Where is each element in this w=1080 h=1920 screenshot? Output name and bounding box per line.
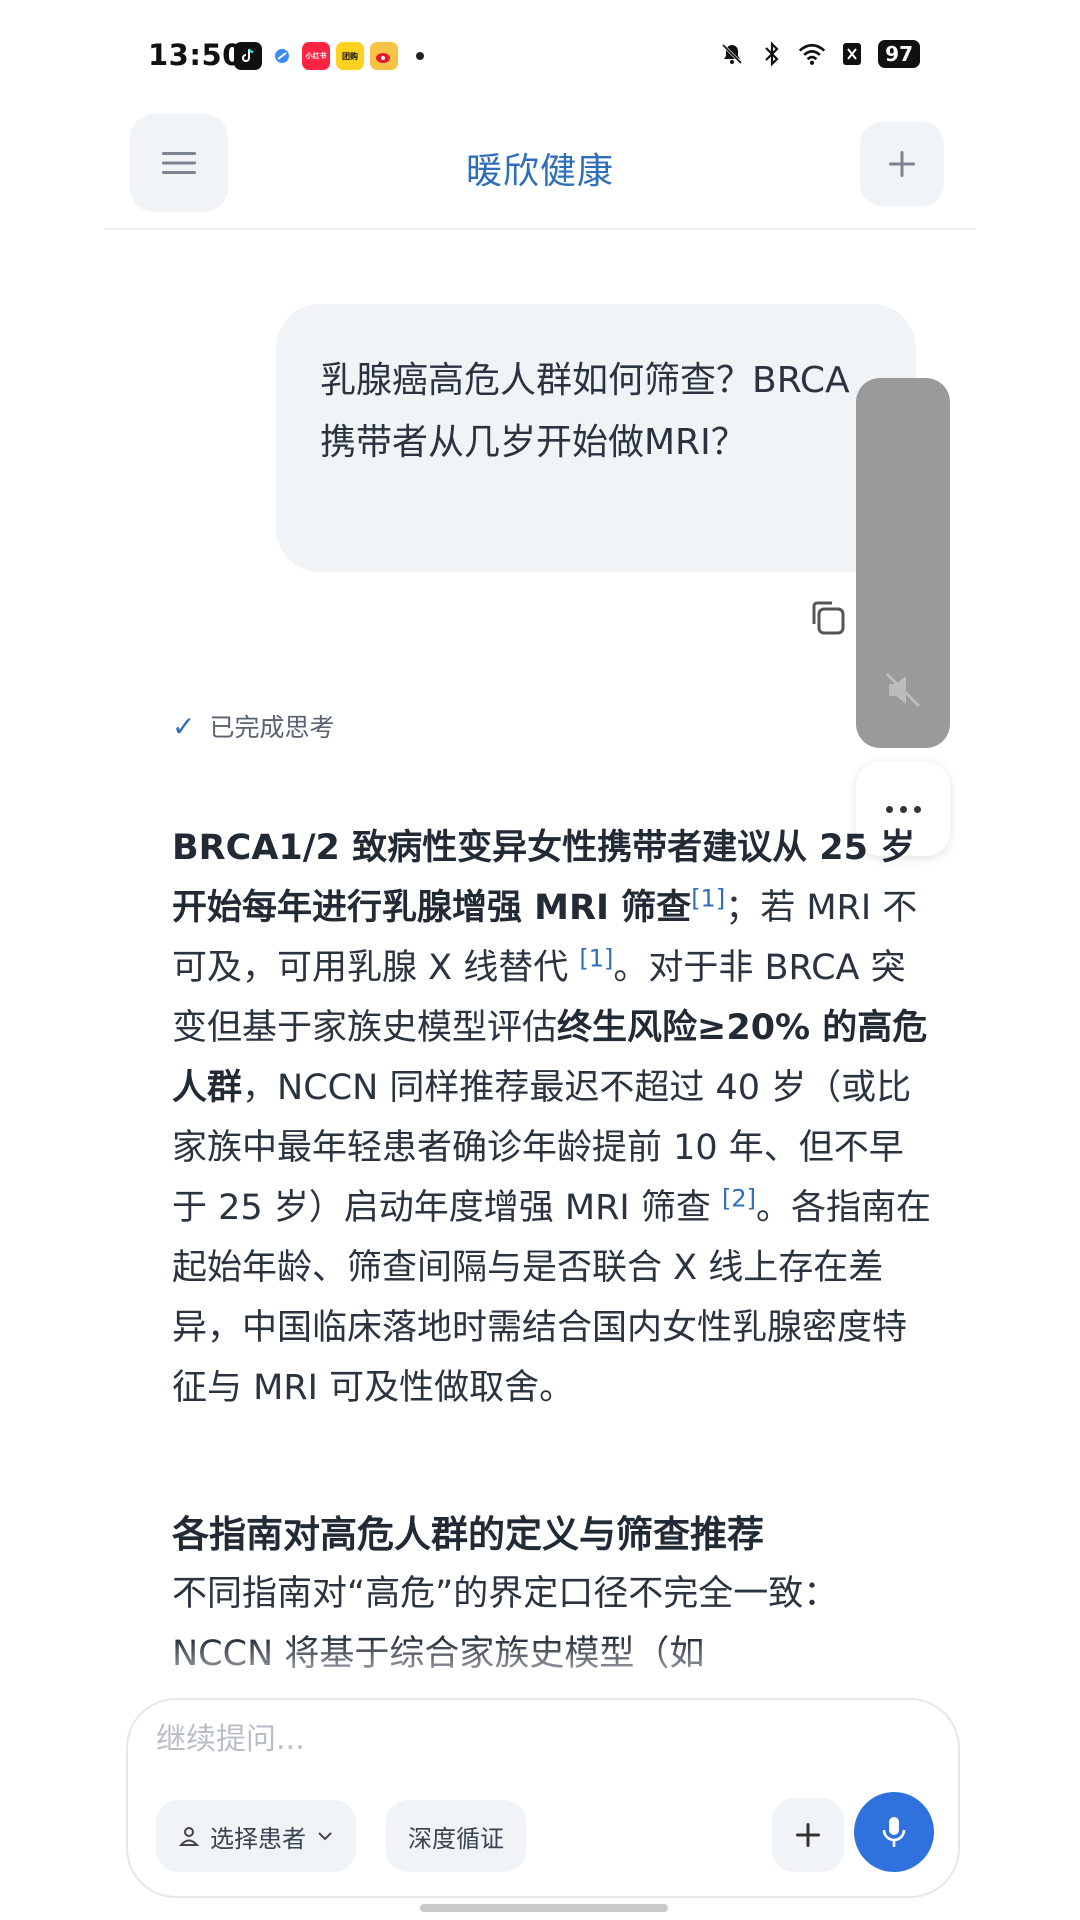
app-bar: 暖欣健康 (104, 114, 976, 230)
yellow-app-icon: 团购 (336, 42, 364, 70)
answer-section-title: 各指南对高危人群的定义与筛查推荐 (172, 1513, 764, 1556)
microphone-icon (882, 1817, 906, 1847)
check-icon: ✓ (172, 709, 196, 743)
home-indicator[interactable] (420, 1904, 668, 1912)
page-title: 暖欣健康 (465, 151, 614, 192)
plus-icon (889, 151, 915, 177)
scroll-fade (0, 1640, 1080, 1700)
speaker-mute-icon[interactable] (881, 668, 925, 712)
more-dot-icon (913, 805, 921, 813)
system-status-icons: 97 (718, 40, 920, 68)
chevron-down-icon (318, 1832, 332, 1841)
select-patient-label: 选择患者 (210, 1824, 306, 1853)
attach-button[interactable] (772, 1798, 844, 1872)
deep-evidence-label: 深度循证 (408, 1824, 504, 1853)
app-screen: 13:50 小红书 团购 97 暖欣健康 乳腺癌高危人群如何筛查？BRCA携带者… (0, 0, 1080, 1920)
more-dot-icon (899, 805, 907, 813)
citation-link[interactable]: [1] (691, 884, 725, 912)
more-notifications-dot (416, 52, 424, 60)
copy-icon (812, 601, 845, 635)
battery-indicator: 97 (878, 40, 920, 68)
thinking-status-label: 已完成思考 (209, 713, 335, 742)
copy-button[interactable] (806, 596, 850, 640)
person-icon (178, 1827, 200, 1846)
citation-link[interactable]: [1] (579, 944, 613, 972)
plus-icon (796, 1823, 820, 1847)
sim-icon (838, 40, 866, 68)
floating-voice-panel[interactable] (856, 378, 950, 748)
composer: 选择患者 深度循证 (126, 1698, 960, 1898)
status-bar: 13:50 小红书 团购 97 (0, 0, 1080, 110)
mute-bell-icon (718, 40, 746, 68)
blue-app-icon (268, 42, 296, 70)
notification-app-icons: 小红书 团购 (234, 42, 424, 70)
user-message-text: 乳腺癌高危人群如何筛查？BRCA携带者从几岁开始做MRI？ (320, 360, 850, 463)
question-input[interactable] (156, 1722, 916, 1757)
citation-link[interactable]: [2] (722, 1184, 756, 1212)
wifi-icon (798, 40, 826, 68)
xiaohongshu-icon: 小红书 (302, 42, 330, 70)
bluetooth-icon (758, 40, 786, 68)
weibo-icon (370, 42, 398, 70)
new-chat-button[interactable] (860, 122, 944, 206)
tiktok-icon (234, 42, 262, 70)
thinking-status[interactable]: ✓ 已完成思考 (172, 708, 334, 744)
voice-input-button[interactable] (854, 1792, 934, 1872)
select-patient-button[interactable]: 选择患者 (156, 1800, 356, 1872)
assistant-answer: BRCA1/2 致病性变异女性携带者建议从 25 岁开始每年进行乳腺增强 MRI… (172, 818, 932, 1418)
deep-evidence-toggle[interactable]: 深度循证 (386, 1800, 526, 1872)
user-message-bubble: 乳腺癌高危人群如何筛查？BRCA携带者从几岁开始做MRI？ (276, 304, 916, 572)
more-dot-icon (885, 805, 893, 813)
status-time: 13:50 (148, 38, 243, 72)
